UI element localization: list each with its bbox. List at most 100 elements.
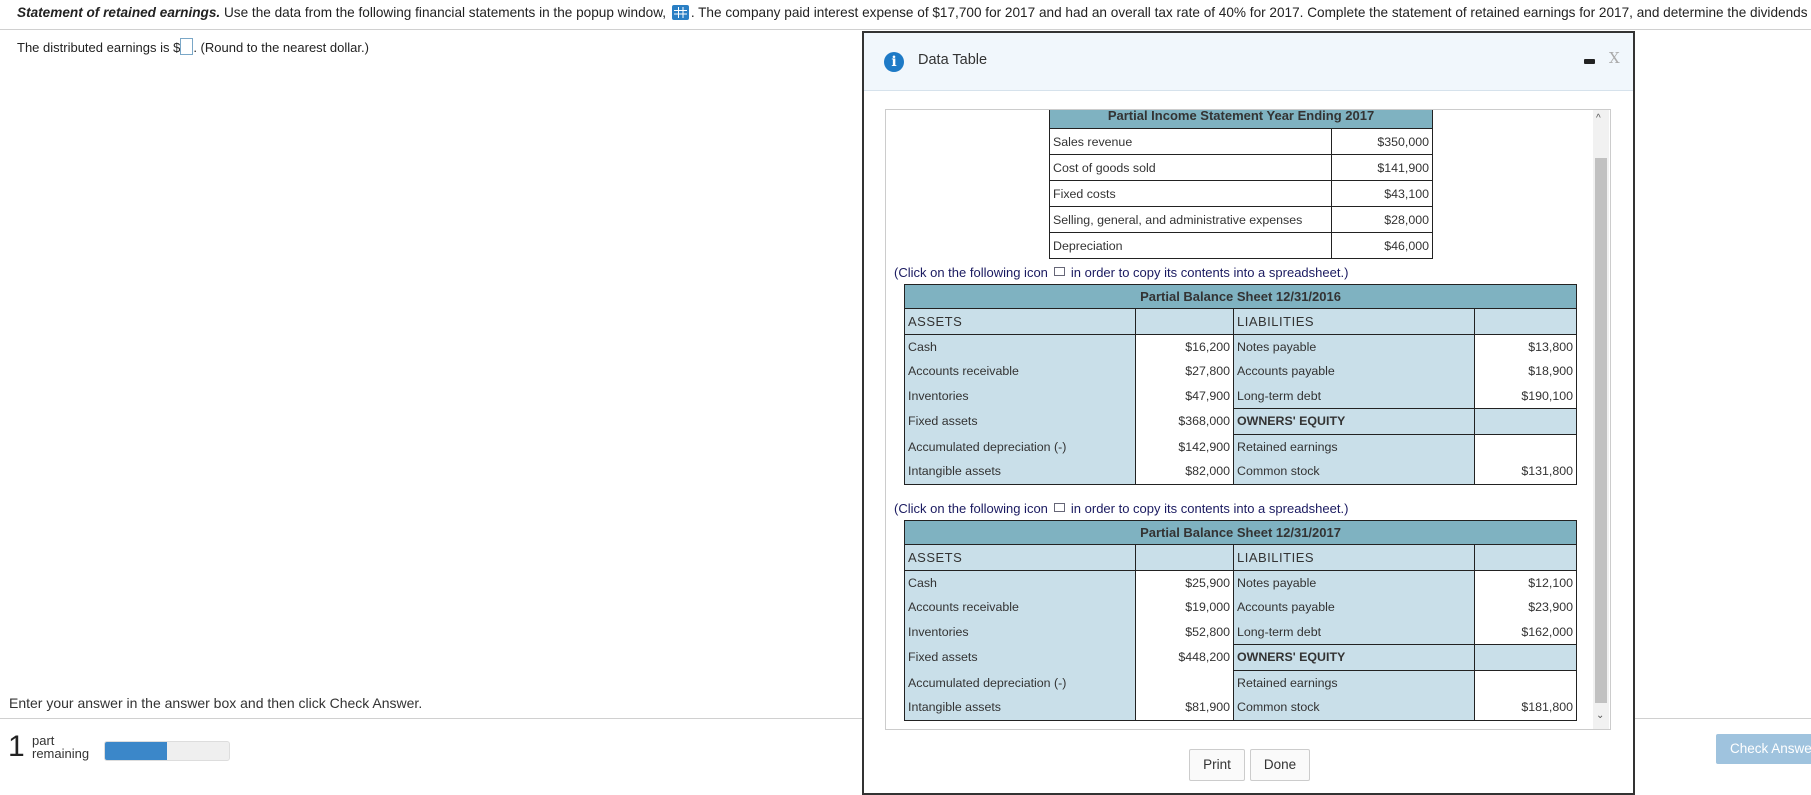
liability-value: $190,100 — [1474, 383, 1577, 409]
scroll-down-icon[interactable]: ⌄ — [1596, 710, 1604, 721]
divider — [0, 29, 1811, 30]
equity-header: OWNERS' EQUITY — [1233, 644, 1475, 671]
liability-label: Notes payable — [1233, 334, 1475, 359]
progress-fill — [105, 742, 167, 760]
data-table-grid-icon[interactable] — [671, 5, 689, 20]
assets-header: ASSETS — [904, 308, 1136, 335]
asset-value: $27,800 — [1135, 359, 1234, 384]
print-button[interactable]: Print — [1189, 749, 1245, 781]
modal-header: i Data Table X — [864, 33, 1633, 91]
income-value: $43,100 — [1331, 180, 1433, 207]
income-label: Fixed costs — [1049, 180, 1332, 207]
liability-label: Common stock — [1233, 695, 1475, 720]
liability-value — [1474, 434, 1577, 459]
liability-value: $18,900 — [1474, 359, 1577, 384]
balance-row: Intangible assets $81,900 Common stock $181… — [904, 695, 1577, 720]
income-row: Sales revenue $350,000 — [1049, 128, 1433, 155]
income-label: Cost of goods sold — [1049, 154, 1332, 181]
copy-instruction: (Click on the following icon in order to … — [894, 501, 1349, 516]
balance-row: Accumulated depreciation (-) $142,900 Reta… — [904, 434, 1577, 459]
liability-value: $13,800 — [1474, 334, 1577, 359]
balance-row: Inventories $47,900 Long-term debt $190,100 — [904, 383, 1577, 409]
asset-label: Accumulated depreciation (-) — [904, 670, 1136, 695]
liability-value: $12,100 — [1474, 570, 1577, 595]
income-statement-title: Partial Income Statement Year Ending 201… — [1049, 110, 1433, 129]
instruction-text: Enter your answer in the answer box and … — [9, 695, 423, 711]
asset-value: $82,000 — [1135, 459, 1234, 484]
liability-value — [1474, 670, 1577, 695]
balance-row: Cash $16,200 Notes payable $13,800 — [904, 334, 1577, 359]
asset-value: $448,200 — [1135, 644, 1234, 670]
question-body-1: Use the data from the following financia… — [220, 5, 670, 20]
asset-value: $19,000 — [1135, 595, 1234, 620]
asset-value: $368,000 — [1135, 408, 1234, 434]
parts-label: part remaining — [32, 733, 90, 761]
copy-spreadsheet-icon[interactable] — [1053, 503, 1065, 512]
balance-row: Accounts receivable $19,000 Accounts payab… — [904, 595, 1577, 620]
income-row: Depreciation $46,000 — [1049, 232, 1433, 259]
income-value: $141,900 — [1331, 154, 1433, 181]
income-label: Selling, general, and administrative exp… — [1049, 206, 1332, 233]
scrollbar[interactable]: ^ ⌄ — [1593, 110, 1609, 729]
income-label: Depreciation — [1049, 232, 1332, 259]
assets-header: ASSETS — [904, 544, 1136, 571]
liability-value: $181,800 — [1474, 695, 1577, 720]
income-row: Fixed costs $43,100 — [1049, 180, 1433, 207]
asset-label: Cash — [904, 334, 1136, 359]
copy-spreadsheet-icon[interactable] — [1053, 267, 1065, 276]
income-value: $350,000 — [1331, 128, 1433, 155]
balance-sheet-title: Partial Balance Sheet 12/31/2016 — [904, 284, 1577, 309]
asset-value: $25,900 — [1135, 570, 1234, 595]
balance-row: Accumulated depreciation (-) Retained ear… — [904, 670, 1577, 695]
liabilities-header: LIABILITIES — [1233, 544, 1475, 571]
income-row: Selling, general, and administrative exp… — [1049, 206, 1433, 233]
asset-value: $47,900 — [1135, 383, 1234, 409]
question-body-2: . The company paid interest expense of $… — [690, 5, 1811, 20]
data-scroll-panel: Partial Income Statement Year Ending 201… — [885, 109, 1611, 730]
asset-value: $16,200 — [1135, 334, 1234, 359]
balance-row: Intangible assets $82,000 Common stock $131… — [904, 459, 1577, 484]
balance-row: Fixed assets $448,200 OWNERS' EQUITY — [904, 644, 1577, 671]
answer-line: The distributed earnings is $ . (Round to… — [17, 38, 369, 55]
check-answer-button[interactable]: Check Answer — [1716, 734, 1811, 764]
liability-label: Accounts payable — [1233, 359, 1475, 384]
balance-row: Cash $25,900 Notes payable $12,100 — [904, 570, 1577, 595]
asset-label: Intangible assets — [904, 459, 1136, 484]
question-text: Statement of retained earnings. Use the … — [17, 5, 1811, 20]
income-statement-table: Partial Income Statement Year Ending 201… — [1049, 110, 1433, 259]
asset-label: Fixed assets — [904, 644, 1136, 670]
answer-prefix: The distributed earnings is $ — [17, 40, 181, 55]
asset-value: $52,800 — [1135, 619, 1234, 645]
asset-label: Inventories — [904, 383, 1136, 409]
liability-label: Retained earnings — [1233, 670, 1475, 695]
equity-header: OWNERS' EQUITY — [1233, 408, 1475, 435]
income-row: Cost of goods sold $141,900 — [1049, 154, 1433, 181]
copy-instruction: (Click on the following icon in order to … — [894, 265, 1349, 280]
minimize-icon[interactable] — [1584, 59, 1595, 64]
liability-value: $23,900 — [1474, 595, 1577, 620]
balance-sheet-2016: Partial Balance Sheet 12/31/2016 ASSETS LI… — [904, 284, 1578, 485]
liability-label: Long-term debt — [1233, 383, 1475, 409]
asset-label: Accounts receivable — [904, 595, 1136, 620]
liability-label: Notes payable — [1233, 570, 1475, 595]
liabilities-header: LIABILITIES — [1233, 308, 1475, 335]
asset-label: Accumulated depreciation (-) — [904, 434, 1136, 459]
distributed-earnings-input[interactable] — [180, 38, 194, 55]
scroll-thumb[interactable] — [1595, 158, 1607, 703]
liability-value: $162,000 — [1474, 619, 1577, 645]
asset-label: Intangible assets — [904, 695, 1136, 720]
modal-title: Data Table — [918, 52, 988, 68]
liability-label: Long-term debt — [1233, 619, 1475, 645]
balance-row: Accounts receivable $27,800 Accounts payab… — [904, 359, 1577, 384]
progress-bar — [104, 741, 230, 761]
asset-value: $142,900 — [1135, 434, 1234, 459]
asset-label: Cash — [904, 570, 1136, 595]
income-value: $28,000 — [1331, 206, 1433, 233]
asset-label: Fixed assets — [904, 408, 1136, 434]
balance-row: Fixed assets $368,000 OWNERS' EQUITY — [904, 408, 1577, 435]
scroll-up-icon[interactable]: ^ — [1596, 113, 1601, 124]
balance-sheet-title: Partial Balance Sheet 12/31/2017 — [904, 520, 1577, 545]
done-button[interactable]: Done — [1250, 749, 1310, 781]
close-icon[interactable]: X — [1609, 49, 1620, 67]
liability-label: Retained earnings — [1233, 434, 1475, 459]
